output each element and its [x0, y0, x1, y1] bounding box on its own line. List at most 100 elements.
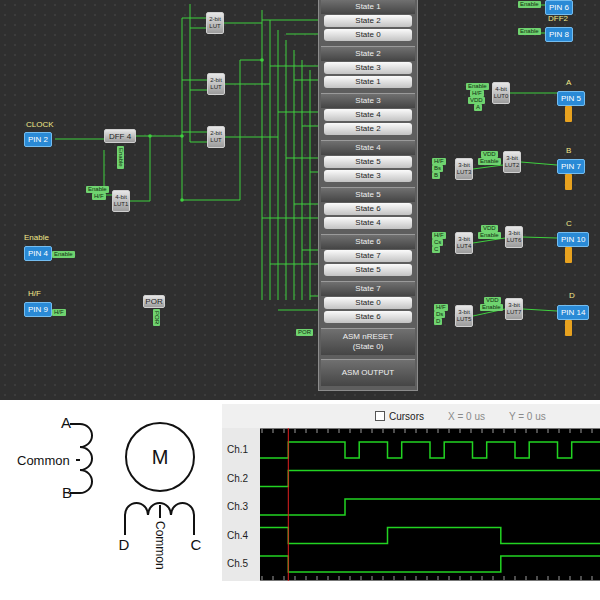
transition-button[interactable]: State 5	[324, 264, 412, 276]
io-pin[interactable]: PIN 8	[545, 27, 573, 42]
asm-state[interactable]: State 6State 7State 5	[319, 234, 417, 281]
signal-tag: H/F	[434, 304, 448, 311]
reset-label: ASM nRESET	[321, 332, 415, 342]
motor-label: B	[62, 484, 72, 501]
logic-block[interactable]: 3-bitLUT7	[505, 298, 523, 320]
block-label: LUT	[210, 137, 221, 144]
signal-tag: VDD	[481, 225, 498, 232]
channel-trace	[260, 556, 600, 572]
cursor-line[interactable]	[288, 428, 289, 581]
transition-button[interactable]: State 4	[324, 109, 412, 121]
io-pin[interactable]: PIN 4	[24, 246, 52, 261]
vdd-mark	[565, 247, 572, 263]
signal-tag: H/F	[432, 158, 446, 165]
block-label: 3-bit	[458, 162, 470, 169]
schematic-canvas: PIN 2 PIN 4 PIN 9 PIN 6 PIN 8 PIN 5 PIN 7 PIN 1…	[0, 0, 600, 400]
asm-state[interactable]: State 4State 5 State 3	[319, 140, 417, 187]
asm-state[interactable]: State 1State 2State 0	[319, 0, 417, 46]
cursors-toggle[interactable]: Cursors	[375, 411, 424, 422]
transition-button[interactable]: State 6	[324, 203, 412, 215]
pin-caption: C	[566, 219, 572, 228]
analyzer-body: Ch.1Ch.2Ch.3Ch.4Ch.5	[222, 428, 600, 581]
asm-state[interactable]: State 5State 6 State 4	[319, 187, 417, 234]
motor-label: Common	[153, 521, 167, 570]
transition-button[interactable]: State 5	[324, 156, 412, 168]
state-title: State 2	[321, 46, 415, 61]
transition-button[interactable]: State 6	[324, 311, 412, 323]
channel-row: Ch.1	[222, 442, 260, 471]
channel-row: Ch.5	[222, 556, 260, 585]
io-pin[interactable]: PIN 2	[24, 132, 52, 147]
transition-button[interactable]: State 4	[324, 217, 412, 229]
state-title: State 7	[321, 281, 415, 296]
channel-label: Ch.4	[222, 528, 260, 544]
y-readout: Y = 0 us	[509, 411, 546, 422]
io-pin[interactable]: PIN 10	[557, 232, 589, 247]
transition-button[interactable]: State 1	[324, 76, 412, 88]
asm-state[interactable]: State 2State 3 State 1	[319, 46, 417, 93]
logic-block[interactable]: 3-bitLUT4	[455, 232, 473, 254]
motor-svg: ACommonBMDCommonC	[0, 400, 222, 600]
transition-button[interactable]: State 2	[324, 123, 412, 135]
waveform-plot[interactable]	[260, 428, 600, 581]
motor-diagram: ACommonBMDCommonC	[0, 400, 222, 600]
channel-trace	[260, 528, 600, 544]
transition-button[interactable]: State 3	[324, 62, 412, 74]
pin-caption: D	[569, 291, 575, 300]
transition-button[interactable]: State 7	[324, 250, 412, 262]
pin-caption: H/F	[28, 289, 41, 298]
vdd-mark	[565, 106, 572, 122]
transition-button[interactable]: State 3	[324, 170, 412, 182]
state-title: State 5	[321, 187, 415, 202]
logic-block[interactable]: POR	[143, 295, 165, 308]
asm-block[interactable]: State 1State 2State 0State 2State 3State…	[318, 0, 418, 391]
transition-button[interactable]: State 0	[324, 297, 412, 309]
channel-labels: Ch.1Ch.2Ch.3Ch.4Ch.5	[222, 428, 260, 581]
logic-block[interactable]: 2-bitLUT	[206, 12, 224, 34]
cursors-checkbox[interactable]	[375, 411, 385, 421]
io-pin[interactable]: PIN 6	[545, 0, 573, 15]
coil-ab	[70, 424, 92, 493]
io-pin[interactable]: PIN 7	[557, 159, 585, 174]
asm-state[interactable]: State 7State 0 State 6	[319, 281, 417, 328]
block-label: 4-bit	[115, 194, 127, 201]
cursors-label: Cursors	[389, 411, 424, 422]
block-label: 3-bit	[508, 302, 520, 309]
signal-tag: H/F	[432, 232, 446, 239]
vdd-mark	[565, 174, 572, 190]
logic-block[interactable]: 3-bitLUT5	[455, 305, 473, 327]
asm-reset[interactable]: ASM nRESET(State 0)	[319, 328, 417, 359]
block-label: 3-bit	[508, 230, 520, 237]
signal-tag: Enable	[86, 186, 109, 193]
signal-tag: H/F	[470, 90, 484, 97]
motor-label: D	[119, 536, 130, 553]
logic-block[interactable]: 3-bitLUT6	[505, 226, 523, 248]
signal-tag: Enable	[518, 1, 541, 8]
block-label: 3-bit	[506, 155, 518, 162]
block-label: 2-bit	[210, 77, 222, 84]
logic-block[interactable]: 4-bitLUT0	[492, 82, 510, 104]
wires	[0, 0, 600, 400]
signal-tag: VDD	[484, 297, 501, 304]
logic-block[interactable]: DFF 4	[104, 129, 136, 143]
channel-label: Ch.1	[222, 442, 260, 458]
io-pin[interactable]: PIN 5	[557, 91, 585, 106]
logic-block[interactable]: 2-bitLUT	[207, 73, 225, 95]
logic-block[interactable]: 2-bitLUT	[207, 126, 225, 148]
channel-trace	[260, 499, 600, 515]
block-label: 4-bit	[495, 86, 507, 93]
state-title: State 4	[321, 140, 415, 155]
signal-tag: Cs	[432, 239, 443, 246]
transition-button[interactable]: State 2	[324, 15, 412, 27]
block-label: LUT6	[507, 237, 522, 244]
io-pin[interactable]: PIN 9	[24, 302, 52, 317]
logic-block[interactable]: 4-bitLUT1	[112, 190, 130, 212]
asm-state[interactable]: State 3State 4State 2	[319, 93, 417, 140]
io-pin[interactable]: PIN 14	[557, 305, 589, 320]
transition-button[interactable]: State 0	[324, 29, 412, 41]
logic-block[interactable]: 3-bitLUT3	[455, 158, 473, 180]
logic-block[interactable]: 3-bitLUT2	[503, 151, 521, 173]
asm-output[interactable]: ASM OUTPUT	[319, 359, 417, 390]
motor-label: Common	[17, 453, 70, 468]
block-label: LUT	[209, 23, 220, 30]
